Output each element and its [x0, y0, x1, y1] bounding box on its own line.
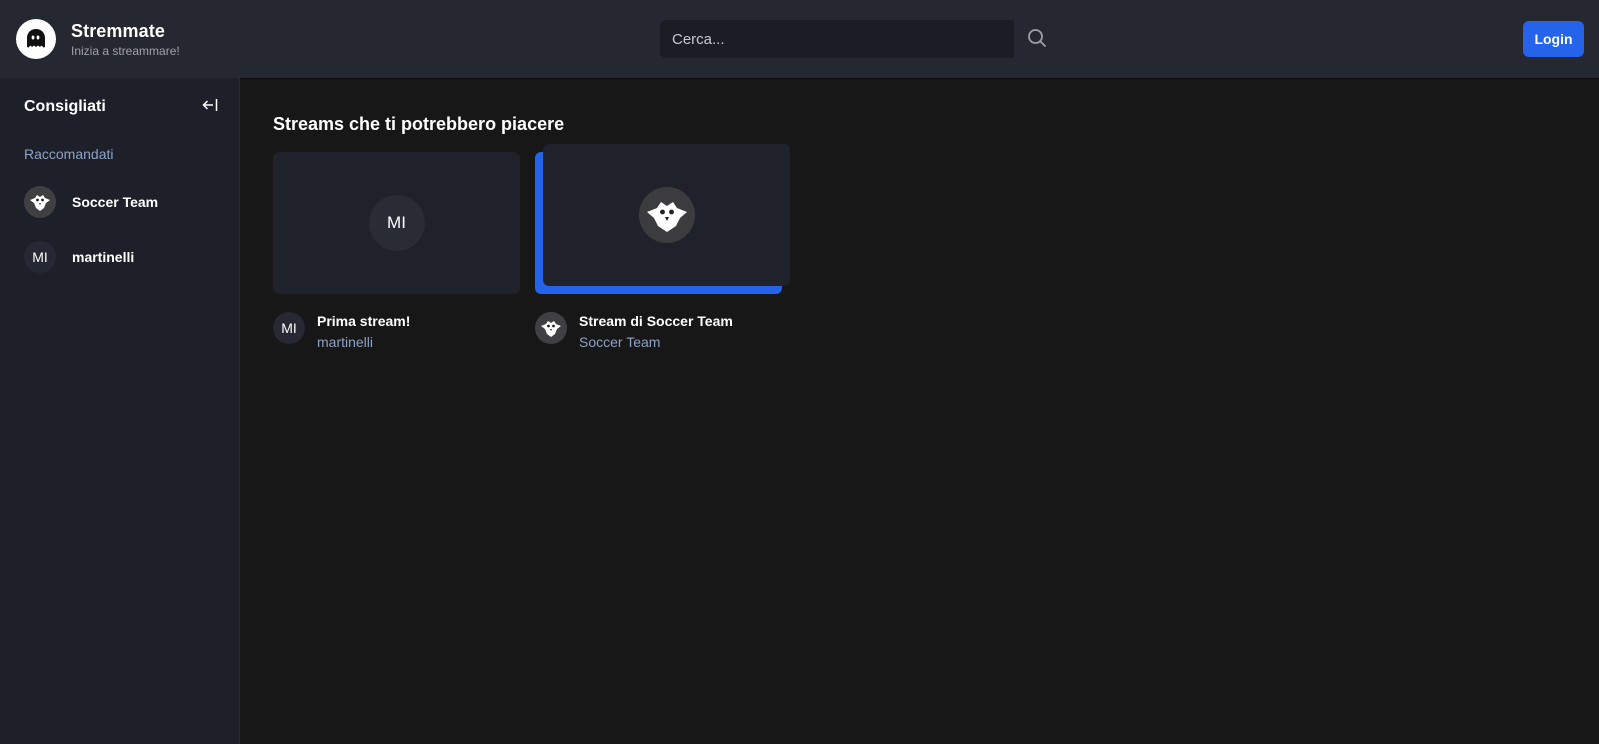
app-tagline: Inizia a streammare!: [71, 44, 180, 58]
sidebar-section-label: Raccomandati: [24, 146, 114, 162]
search-icon: [1027, 28, 1047, 51]
arrow-left-to-line-icon: [202, 98, 218, 117]
page-title: Streams che ti potrebbero piacere: [273, 114, 565, 134]
brand-link[interactable]: Stremmate Inizia a streammare!: [16, 19, 180, 59]
sidebar-item-martinelli[interactable]: MI martinelli: [24, 239, 224, 275]
stream-thumbnail: MI: [273, 152, 520, 294]
stream-card-prima-stream[interactable]: MI MI Prima stream! martinelli: [273, 152, 520, 350]
collapse-sidebar-button[interactable]: [200, 97, 220, 117]
sidebar-item-soccer-team[interactable]: Soccer Team: [24, 184, 224, 220]
owl-logo-icon: [638, 187, 695, 243]
search-button[interactable]: [1014, 20, 1060, 58]
top-navbar: Stremmate Inizia a streammare! Login: [0, 0, 1599, 78]
sidebar-item-label: Soccer Team: [72, 194, 159, 210]
owl-avatar-icon: [24, 186, 56, 218]
stream-title: Stream di Soccer Team: [579, 313, 733, 329]
ghost-logo-icon: [16, 19, 56, 59]
app-name: Stremmate: [71, 21, 165, 41]
sidebar-item-label: martinelli: [72, 249, 135, 265]
stream-title: Prima stream!: [317, 313, 411, 329]
search-input[interactable]: [660, 20, 1014, 58]
login-button[interactable]: Login: [1523, 21, 1584, 57]
avatar: MI: [273, 312, 305, 344]
owl-avatar-icon: [535, 312, 567, 344]
stream-username: Soccer Team: [579, 334, 661, 350]
avatar: MI: [24, 241, 56, 273]
sidebar: Consigliati Raccomandati Soccer Team MI …: [0, 78, 240, 744]
stream-thumbnail: [543, 144, 790, 286]
sidebar-title: Consigliati: [24, 98, 106, 115]
stream-username: martinelli: [317, 334, 374, 350]
stream-card-soccer-team[interactable]: Stream di Soccer Team Soccer Team: [535, 144, 790, 350]
search-form: [660, 20, 1060, 58]
avatar: MI: [368, 195, 425, 251]
